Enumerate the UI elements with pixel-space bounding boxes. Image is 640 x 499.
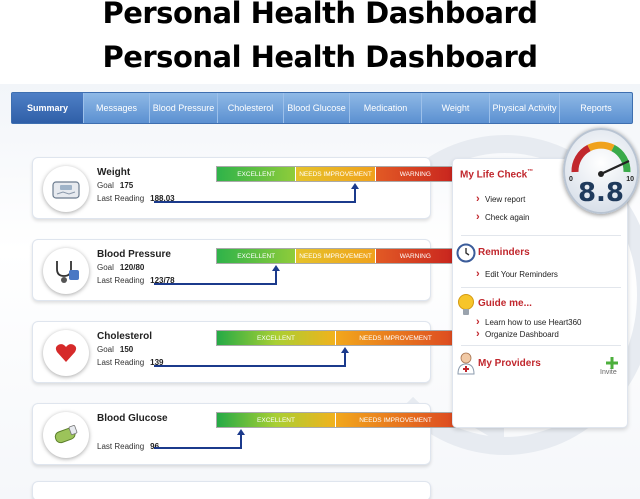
scale-excellent: EXCELLENT [217, 167, 297, 181]
status-scale: EXCELLENT NEEDS IMPROVEMENT WARNING [216, 248, 456, 264]
scale-warning: WARNING [375, 249, 456, 263]
heart-icon [43, 330, 89, 376]
pointer-arrow [237, 429, 245, 435]
card-title: Cholesterol [97, 331, 153, 342]
reading-label: Last Reading [97, 276, 145, 285]
goal-label: Goal [97, 181, 114, 190]
tab-medication[interactable]: Medication [350, 93, 422, 123]
blood-pressure-card[interactable]: Blood Pressure Goal 120/80 Last Reading 12… [32, 239, 456, 301]
next-card-partial [32, 481, 431, 499]
reminders-title[interactable]: Reminders [478, 247, 530, 258]
view-report-link[interactable]: View report [476, 193, 525, 205]
card-title: Blood Glucose [97, 413, 168, 424]
goal-value: 175 [119, 181, 134, 190]
guide-title[interactable]: Guide me... [478, 298, 532, 309]
reading-pointer [154, 434, 242, 449]
reading-label: Last Reading [97, 194, 145, 203]
scale-needs-improvement: NEEDS IMPROVEMENT [336, 413, 455, 427]
main-nav: Summary Messages Blood Pressure Choleste… [11, 92, 633, 124]
cholesterol-card[interactable]: Cholesterol Goal 150 Last Reading 139 EXCE… [32, 321, 456, 383]
reading-pointer [154, 352, 346, 367]
scale-needs-improvement: NEEDS IMPROVEMENT [296, 167, 376, 181]
life-check-title-text: My Life Check [460, 169, 528, 181]
organize-dashboard-link[interactable]: Organize Dashboard [476, 328, 559, 340]
status-scale: EXCELLENT NEEDS IMPROVEMENT [216, 412, 456, 428]
scale-warning: WARNING [375, 167, 456, 181]
goal-value: 120/80 [119, 263, 145, 272]
divider [461, 287, 621, 288]
scale-excellent: EXCELLENT [217, 249, 297, 263]
goal-row: Goal 120/80 [97, 263, 144, 272]
tab-messages[interactable]: Messages [84, 93, 150, 123]
goal-label: Goal [97, 345, 114, 354]
status-scale: EXCELLENT NEEDS IMPROVEMENT WARNING [216, 166, 456, 182]
life-check-score: 8.8 [577, 178, 625, 208]
goal-row: Goal 175 [97, 181, 133, 190]
providers-title[interactable]: My Providers [478, 358, 541, 369]
reading-label: Last Reading [97, 442, 145, 451]
reading-label: Last Reading [97, 358, 145, 367]
life-check-title[interactable]: My Life Check™ [460, 169, 533, 180]
tab-blood-pressure[interactable]: Blood Pressure [150, 93, 218, 123]
tab-blood-glucose[interactable]: Blood Glucose [284, 93, 350, 123]
reading-row: Last Reading 96 [97, 442, 159, 451]
add-icon[interactable] [605, 356, 619, 370]
invite-label[interactable]: Invite [600, 369, 617, 376]
life-check-gauge: 0 10 8.8 [563, 128, 639, 214]
doctor-icon [456, 351, 476, 375]
reading-pointer [154, 188, 356, 203]
glucose-meter-icon [43, 412, 89, 458]
page-title: Personal Health Dashboard [102, 0, 538, 30]
status-scale: EXCELLENT NEEDS IMPROVEMENT [216, 330, 456, 346]
tab-cholesterol[interactable]: Cholesterol [218, 93, 284, 123]
tab-summary[interactable]: Summary [12, 93, 84, 123]
lightbulb-icon [456, 293, 476, 317]
card-title: Blood Pressure [97, 249, 171, 260]
pointer-arrow [272, 265, 280, 271]
pointer-arrow [351, 183, 359, 189]
scale-needs-improvement: NEEDS IMPROVEMENT [296, 249, 376, 263]
reading-pointer [154, 270, 277, 285]
blood-glucose-card[interactable]: Blood Glucose Last Reading 96 EXCELLENT N… [32, 403, 456, 465]
tab-reports[interactable]: Reports [560, 93, 632, 123]
goal-row: Goal 150 [97, 345, 133, 354]
check-again-link[interactable]: Check again [476, 211, 530, 223]
stethoscope-icon [43, 248, 89, 294]
clock-icon [456, 243, 476, 263]
goal-value: 150 [119, 345, 134, 354]
learn-heart360-link[interactable]: Learn how to use Heart360 [476, 316, 581, 328]
page-title-repeat: Personal Health Dashboard [102, 40, 538, 74]
scale-excellent: EXCELLENT [217, 413, 336, 427]
trademark-symbol: ™ [527, 169, 534, 175]
edit-reminders-link[interactable]: Edit Your Reminders [476, 268, 558, 280]
scale-excellent: EXCELLENT [217, 331, 336, 345]
divider [461, 345, 621, 346]
tab-physical-activity[interactable]: Physical Activity [490, 93, 560, 123]
divider [461, 235, 621, 236]
goal-label: Goal [97, 263, 114, 272]
card-title: Weight [97, 167, 131, 178]
pointer-arrow [341, 347, 349, 353]
tab-weight[interactable]: Weight [422, 93, 490, 123]
scale-needs-improvement: NEEDS IMPROVEMENT [336, 331, 455, 345]
scale-icon [43, 166, 89, 212]
weight-card[interactable]: Weight Goal 175 Last Reading 188.03 EXCELL… [32, 157, 456, 219]
